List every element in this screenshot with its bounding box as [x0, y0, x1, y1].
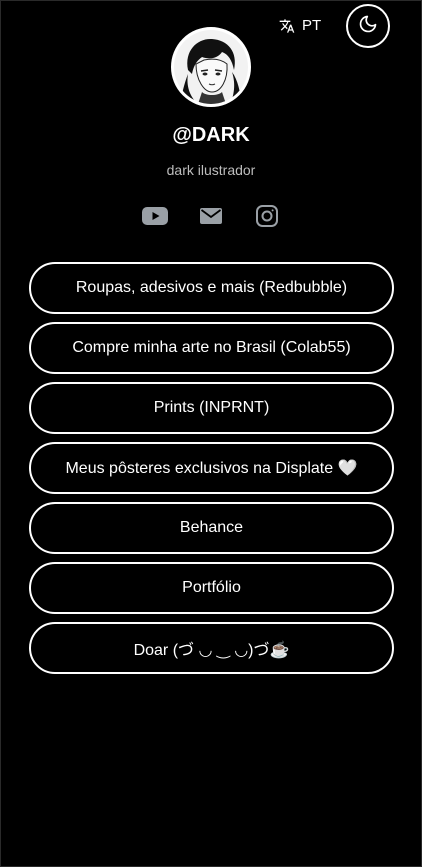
youtube-icon	[142, 206, 168, 231]
youtube-link[interactable]	[142, 205, 168, 231]
link-redbubble-button[interactable]: Roupas, adesivos e mais (Redbubble)	[29, 262, 394, 314]
language-label: PT	[302, 17, 322, 34]
theme-toggle-button[interactable]	[346, 4, 390, 48]
instagram-icon	[255, 204, 279, 233]
profile-bio: dark ilustrador	[166, 162, 256, 178]
avatar	[171, 27, 251, 107]
moon-icon	[358, 14, 378, 39]
link-inprnt-button[interactable]: Prints (INPRNT)	[29, 382, 394, 434]
translate-icon	[279, 18, 295, 34]
email-link[interactable]	[198, 205, 224, 231]
social-links	[1, 204, 421, 233]
link-displate-button[interactable]: Meus pôsteres exclusivos na Displate 🤍	[29, 442, 394, 494]
page: PT @DARK dark ilustrador Roupas, adesivo…	[0, 0, 422, 867]
profile-username: @DARK	[172, 124, 250, 146]
link-portfolio-button[interactable]: Portfólio	[29, 562, 394, 614]
instagram-link[interactable]	[254, 204, 280, 233]
link-donate-button[interactable]: Doar (づ ◡ ‿ ◡)づ☕	[29, 622, 394, 674]
link-list: Roupas, adesivos e mais (Redbubble) Comp…	[29, 262, 394, 682]
language-switcher[interactable]: PT	[279, 17, 321, 34]
mail-icon	[200, 207, 222, 230]
link-colab55-button[interactable]: Compre minha arte no Brasil (Colab55)	[29, 322, 394, 374]
link-behance-button[interactable]: Behance	[29, 502, 394, 554]
